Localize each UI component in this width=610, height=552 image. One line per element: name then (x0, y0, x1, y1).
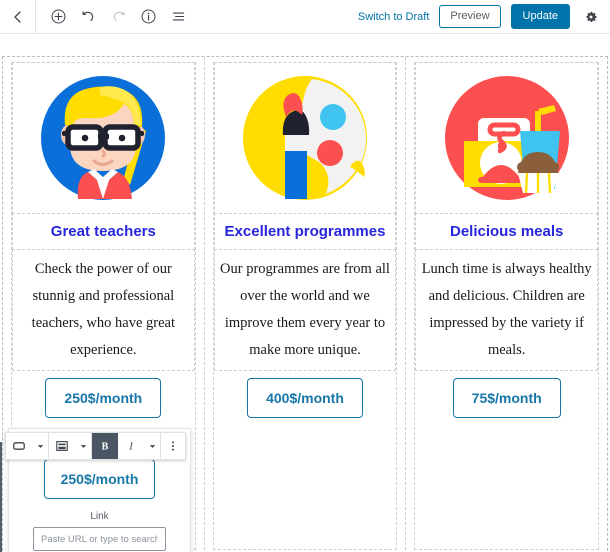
price-button[interactable]: 75$/month (452, 377, 561, 418)
svg-text:I: I (128, 442, 133, 453)
paragraph-block-1[interactable]: Check the power of our stunnig and profe… (12, 249, 195, 371)
editor-tools (36, 3, 192, 31)
back-button[interactable] (0, 0, 36, 33)
paint-palette-icon (240, 73, 370, 203)
italic-button[interactable]: I (118, 433, 144, 459)
align-button[interactable] (49, 433, 75, 459)
chevron-down-icon (37, 444, 43, 448)
meals-icon (442, 73, 572, 203)
redo-button[interactable] (104, 3, 132, 31)
column-block-2[interactable]: Excellent programmes Our programmes are … (205, 57, 407, 552)
selected-price-button[interactable]: 250$/month (43, 459, 156, 499)
more-options-group (161, 433, 185, 459)
editor-root: Switch to Draft Preview Update Great tea… (0, 0, 610, 552)
chevron-down-icon (149, 444, 155, 448)
svg-text:B: B (102, 442, 109, 453)
block-selection-indicator (0, 442, 2, 552)
top-bar-actions: Switch to Draft Preview Update (358, 3, 610, 30)
teacher-avatar-icon (38, 73, 168, 203)
link-field-label: Link (90, 511, 109, 522)
heading-block-1[interactable]: Great teachers (12, 213, 195, 251)
content-info-button[interactable] (134, 3, 162, 31)
column-heading: Excellent programmes (224, 223, 386, 240)
bold-icon: B (102, 442, 109, 453)
paragraph-block-3[interactable]: Lunch time is always healthy and delicio… (415, 249, 599, 371)
column-paragraph: Lunch time is always healthy and delicio… (421, 261, 592, 358)
settings-button[interactable] (580, 6, 602, 28)
editor-canvas: Great teachers Check the power of our st… (0, 34, 610, 552)
plus-circle-icon (51, 9, 65, 24)
update-button[interactable]: Update (510, 3, 570, 30)
align-bottom-icon (56, 441, 68, 451)
more-formats-button[interactable] (144, 433, 160, 459)
more-options-button[interactable] (161, 433, 185, 459)
column-paragraph: Our programmes are from all over the wor… (220, 261, 390, 358)
heading-block-2[interactable]: Excellent programmes (213, 213, 397, 251)
link-url-input[interactable] (33, 527, 166, 551)
redo-icon (113, 11, 124, 22)
vertical-ellipsis-icon (172, 441, 174, 451)
chevron-left-icon (13, 10, 21, 23)
undo-icon (82, 11, 93, 22)
block-type-chevron-button[interactable] (32, 433, 48, 459)
italic-icon: I (128, 442, 133, 453)
undo-button[interactable] (74, 3, 102, 31)
block-type-button[interactable] (6, 433, 32, 459)
price-button[interactable]: 400$/month (247, 377, 363, 418)
paragraph-block-2[interactable]: Our programmes are from all over the wor… (213, 249, 397, 371)
heading-block-3[interactable]: Delicious meals (415, 213, 599, 251)
image-block-1[interactable] (12, 62, 195, 214)
list-view-button[interactable] (164, 3, 192, 31)
price-button[interactable]: 250$/month (45, 377, 162, 418)
image-block-2[interactable] (213, 62, 397, 214)
image-block-3[interactable] (415, 62, 599, 214)
align-chevron-button[interactable] (75, 433, 91, 459)
chevron-down-icon (80, 444, 86, 448)
text-format-group: B I (92, 433, 161, 459)
switch-to-draft-link[interactable]: Switch to Draft (358, 11, 430, 23)
add-block-button[interactable] (44, 3, 72, 31)
column-heading: Delicious meals (449, 223, 564, 240)
button-block-icon (13, 442, 25, 450)
column-heading: Great teachers (50, 223, 156, 240)
alignment-group (49, 433, 92, 459)
editor-top-bar: Switch to Draft Preview Update (0, 0, 610, 34)
bold-button[interactable]: B (92, 433, 118, 459)
button-block-3[interactable]: 75$/month (415, 370, 598, 424)
column-block-3[interactable]: Delicious meals Lunch time is always hea… (406, 57, 607, 552)
button-block-1[interactable]: 250$/month (12, 370, 195, 424)
list-view-icon (172, 12, 184, 21)
block-formatting-toolbar: B I (5, 432, 186, 460)
block-type-group (6, 433, 49, 459)
column-paragraph: Check the power of our stunnig and profe… (31, 261, 175, 358)
preview-button[interactable]: Preview (439, 4, 501, 29)
gear-icon (586, 11, 597, 22)
info-circle-icon (141, 9, 155, 24)
button-block-2[interactable]: 400$/month (214, 370, 397, 424)
